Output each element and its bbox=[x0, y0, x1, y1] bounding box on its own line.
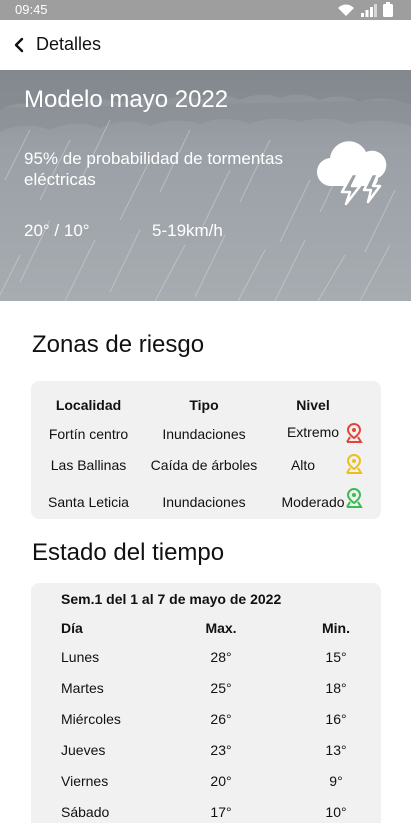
app-bar: Detalles bbox=[0, 20, 411, 70]
max-temp: 17° bbox=[210, 804, 232, 820]
risk-type: Inundaciones bbox=[162, 494, 246, 510]
forecast-wind: 5-19km/h bbox=[152, 221, 223, 240]
min-temp: 10° bbox=[325, 804, 347, 820]
battery-icon bbox=[383, 2, 393, 17]
forecast-title: Modelo mayo 2022 bbox=[24, 86, 229, 113]
header-min: Min. bbox=[322, 620, 350, 636]
header-type: Tipo bbox=[189, 397, 219, 413]
day-name: Sábado bbox=[61, 804, 110, 820]
day-name: Miércoles bbox=[61, 711, 121, 727]
risk-level: Alto bbox=[290, 457, 316, 473]
week-title: Sem.1 del 1 al 7 de mayo de 2022 bbox=[61, 591, 282, 607]
day-name: Martes bbox=[61, 680, 104, 696]
risk-location: Fortín centro bbox=[48, 426, 129, 442]
risk-type: Caída de árboles bbox=[150, 457, 258, 473]
page-title: Detalles bbox=[36, 34, 102, 54]
status-time: 09:45 bbox=[15, 2, 48, 17]
status-icons bbox=[337, 2, 393, 17]
header-level: Nivel bbox=[296, 397, 330, 413]
min-temp: 9° bbox=[329, 773, 343, 789]
status-bar: 09:45 bbox=[0, 0, 411, 20]
max-temp: 25° bbox=[210, 680, 232, 696]
wifi-icon bbox=[338, 4, 354, 16]
weather-section-title: Estado del tiempo bbox=[32, 539, 225, 566]
day-name: Viernes bbox=[61, 773, 109, 789]
risk-level: Moderado bbox=[281, 494, 345, 510]
min-temp: 15° bbox=[325, 649, 347, 665]
max-temp: 26° bbox=[210, 711, 232, 727]
forecast-temperature: 20° / 10° bbox=[24, 221, 90, 240]
signal-icon bbox=[361, 4, 377, 17]
location-pin-icon bbox=[346, 454, 363, 474]
min-temp: 13° bbox=[325, 742, 347, 758]
max-temp: 23° bbox=[210, 742, 232, 758]
day-name: Jueves bbox=[61, 742, 106, 758]
min-temp: 16° bbox=[325, 711, 347, 727]
risk-location: Santa Leticia bbox=[48, 494, 129, 510]
header-max: Max. bbox=[205, 620, 237, 636]
weather-table: Sem.1 del 1 al 7 de mayo de 2022 Día Max… bbox=[31, 583, 381, 823]
header-location: Localidad bbox=[55, 397, 122, 413]
storm-cloud-icon bbox=[316, 141, 387, 206]
day-name: Lunes bbox=[61, 649, 100, 665]
max-temp: 28° bbox=[210, 649, 232, 665]
risk-type: Inundaciones bbox=[162, 426, 246, 442]
back-button[interactable] bbox=[6, 32, 32, 58]
risk-level: Extremo bbox=[286, 424, 340, 440]
forecast-description: 95% de probabilidad de tormentas eléctri… bbox=[24, 149, 283, 189]
header-day: Día bbox=[61, 620, 83, 636]
max-temp: 20° bbox=[210, 773, 232, 789]
location-pin-icon bbox=[346, 488, 363, 508]
risk-section-title: Zonas de riesgo bbox=[32, 331, 205, 358]
risk-location: Las Ballinas bbox=[50, 457, 127, 473]
arrow-back-icon bbox=[14, 37, 24, 53]
location-pin-icon bbox=[346, 423, 363, 443]
risk-table: Localidad Tipo Nivel Fortín centro Inund… bbox=[31, 381, 381, 519]
forecast-hero: Modelo mayo 2022 95% de probabilidad de … bbox=[0, 70, 411, 301]
min-temp: 18° bbox=[325, 680, 347, 696]
